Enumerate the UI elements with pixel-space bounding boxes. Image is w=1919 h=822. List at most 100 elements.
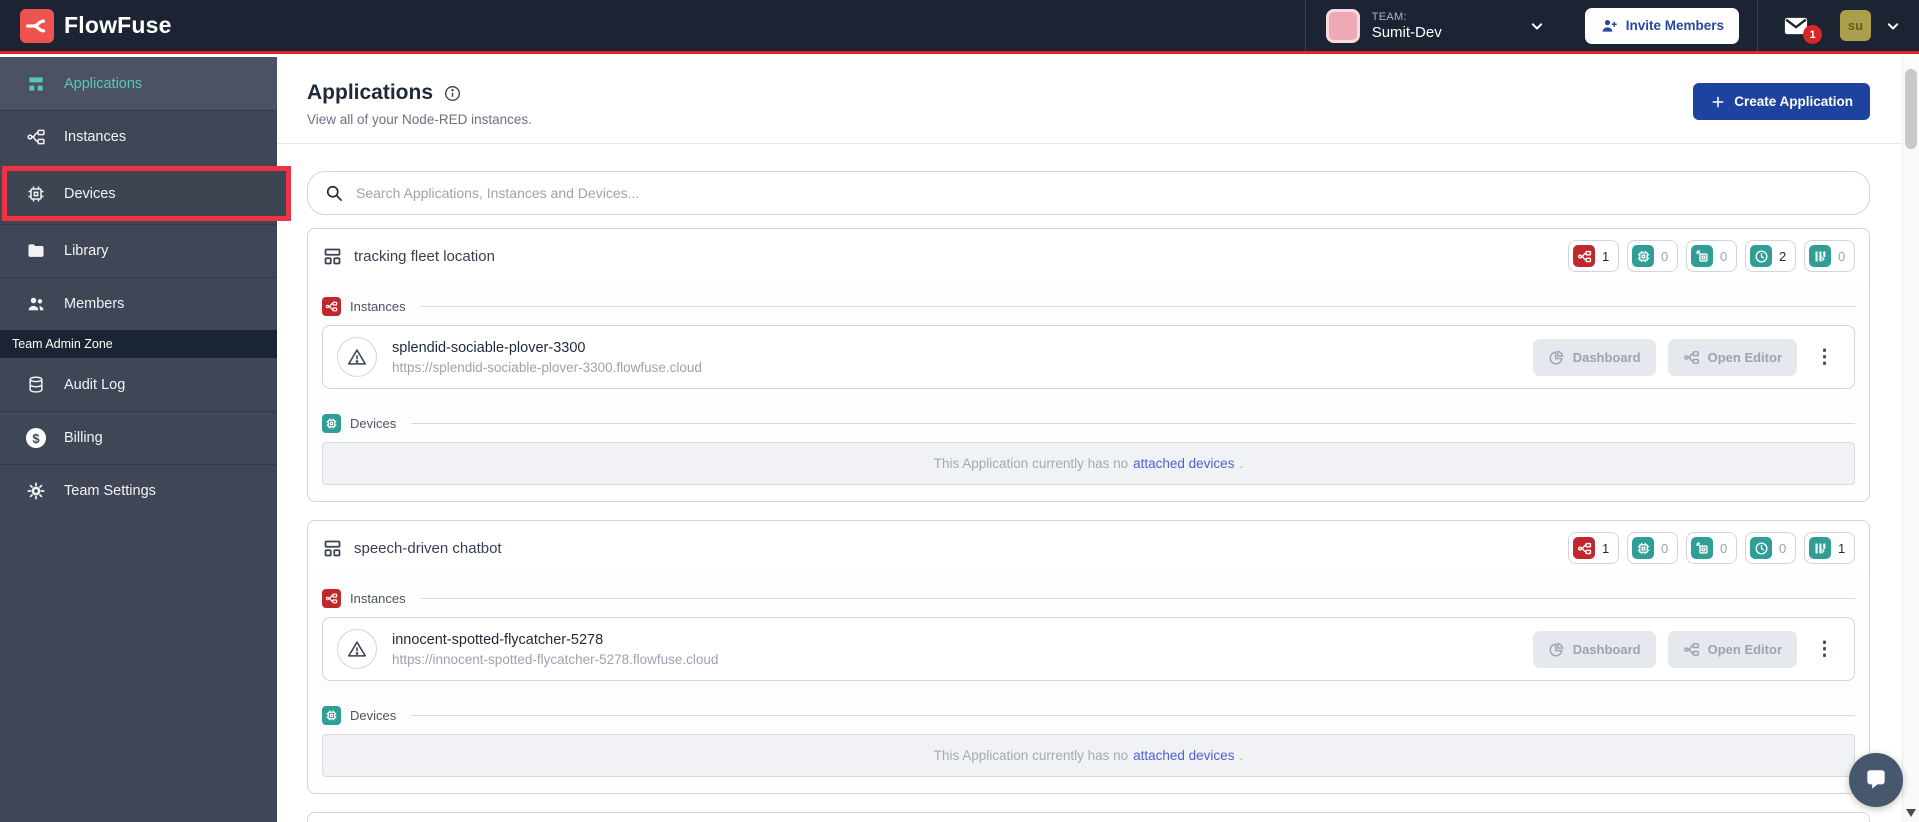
sidebar-item-instances[interactable]: Instances [0, 110, 277, 163]
chat-icon [1867, 770, 1885, 789]
application-card: test 3 1 [307, 812, 1870, 822]
warning-icon [347, 641, 367, 657]
invite-members-button[interactable]: Invite Members [1584, 7, 1739, 44]
sidebar-item-label: Applications [64, 75, 143, 92]
sidebar-item-members[interactable]: Members [0, 277, 277, 330]
kebab-menu-icon[interactable]: ⋮ [1809, 344, 1840, 371]
device-icon [322, 705, 341, 725]
scrollbar-down-arrow[interactable] [1906, 809, 1916, 817]
attached-devices-link[interactable]: attached devices [1133, 456, 1234, 471]
instance-count-badge: 1 [1568, 240, 1619, 272]
notification-count-badge: 1 [1803, 25, 1822, 44]
node-red-icon [1683, 642, 1699, 656]
attached-devices-link[interactable]: attached devices [1133, 748, 1234, 763]
topbar: FlowFuse TEAM: Sumit-Dev Invite Members [0, 0, 1919, 54]
sidebar-item-label: Members [64, 296, 125, 312]
user-add-icon [1602, 19, 1617, 32]
devices-icon [28, 186, 44, 201]
kebab-menu-icon[interactable]: ⋮ [1809, 636, 1840, 663]
team-avatar [1325, 8, 1360, 43]
application-link[interactable]: tracking fleet location [322, 246, 495, 267]
team-admin-zone-header: Team Admin Zone [0, 330, 277, 358]
chevron-down-icon [1527, 16, 1547, 36]
sidebar-item-label: Instances [64, 129, 127, 145]
sidebar-item-label: Devices [64, 185, 116, 202]
application-card: tracking fleet location 1 0 0 2 0 Instan… [307, 228, 1870, 502]
device-group-count-badge: 0 [1686, 532, 1737, 564]
devices-section-label: Devices [322, 701, 1855, 729]
brand[interactable]: FlowFuse [0, 8, 172, 43]
instance-row[interactable]: innocent-spotted-flycatcher-5278 https:/… [322, 617, 1855, 681]
devices-section-label: Devices [322, 409, 1855, 437]
application-link[interactable]: speech-driven chatbot [322, 538, 502, 559]
device-count-badge: 0 [1627, 240, 1678, 272]
instance-url: https://splendid-sociable-plover-3300.fl… [392, 359, 702, 375]
warning-icon [347, 349, 367, 365]
sidebar-item-library[interactable]: Library [0, 224, 277, 277]
empty-devices-message: This Application currently has no attach… [322, 734, 1855, 777]
info-icon[interactable] [443, 84, 462, 103]
pipeline-count-badge: 1 [1804, 532, 1855, 564]
instances-icon [27, 129, 45, 145]
team-selector[interactable]: TEAM: Sumit-Dev [1304, 0, 1567, 51]
search-box [307, 171, 1870, 215]
node-red-icon [322, 296, 341, 316]
scrollbar-thumb[interactable] [1905, 69, 1917, 149]
sidebar-item-label: Audit Log [64, 376, 126, 393]
pie-chart-icon [1549, 350, 1564, 364]
divider [411, 714, 1855, 716]
sidebar-item-audit-log[interactable]: Audit Log [0, 358, 277, 411]
create-application-button[interactable]: Create Application [1693, 83, 1870, 120]
dashboard-button[interactable]: Dashboard [1532, 630, 1656, 668]
search-input[interactable] [356, 185, 1853, 201]
pipeline-icon [1809, 537, 1831, 559]
sidebar-item-label: Billing [64, 430, 103, 446]
application-card: speech-driven chatbot 1 0 0 0 1 Instance… [307, 520, 1870, 794]
main-content: Applications View all of your Node-RED i… [277, 57, 1919, 822]
team-name: Sumit-Dev [1371, 23, 1442, 41]
node-red-icon [1573, 245, 1595, 267]
instances-section-label: Instances [322, 292, 1855, 320]
open-editor-button[interactable]: Open Editor [1667, 338, 1797, 376]
invite-members-label: Invite Members [1625, 18, 1724, 33]
sidebar-item-billing[interactable]: $ Billing [0, 411, 277, 464]
device-icon [322, 413, 341, 433]
instance-row[interactable]: splendid-sociable-plover-3300 https://sp… [322, 325, 1855, 389]
sidebar-item-team-settings[interactable]: Team Settings [0, 464, 277, 517]
page-title: Applications [307, 81, 434, 104]
applications-icon [29, 76, 43, 91]
empty-devices-message: This Application currently has no attach… [322, 442, 1855, 485]
pie-chart-icon [1549, 642, 1564, 656]
divider [411, 422, 1855, 424]
notifications-button[interactable]: 1 [1757, 0, 1834, 51]
devices-highlight-annotation: Devices [2, 166, 291, 221]
flowfuse-logo-icon [20, 8, 54, 43]
device-group-count-badge: 0 [1686, 240, 1737, 272]
sidebar: Applications Instances Devices Library M… [0, 57, 291, 822]
divider [420, 305, 1855, 307]
open-editor-button[interactable]: Open Editor [1667, 630, 1797, 668]
device-group-icon [1691, 537, 1713, 559]
instance-url: https://innocent-spotted-flycatcher-5278… [392, 651, 719, 667]
device-count-badge: 0 [1627, 532, 1678, 564]
user-menu[interactable]: su [1834, 10, 1919, 41]
create-application-label: Create Application [1734, 94, 1853, 109]
dashboard-button[interactable]: Dashboard [1532, 338, 1656, 376]
instance-status-icon [337, 337, 377, 377]
instance-status-icon [337, 629, 377, 669]
node-red-icon [1683, 350, 1699, 364]
device-icon [1632, 537, 1654, 559]
pipeline-icon [1809, 245, 1831, 267]
scrollbar[interactable] [1902, 57, 1919, 822]
dollar-icon: $ [26, 428, 46, 448]
pipeline-count-badge: 0 [1804, 240, 1855, 272]
device-icon [1632, 245, 1654, 267]
chat-widget-button[interactable] [1849, 753, 1903, 807]
instance-name: innocent-spotted-flycatcher-5278 [392, 631, 604, 648]
search-icon [326, 185, 342, 201]
snapshot-count-badge: 0 [1745, 532, 1796, 564]
folder-icon [28, 244, 44, 257]
sidebar-item-applications[interactable]: Applications [0, 57, 277, 110]
sidebar-item-devices[interactable]: Devices [7, 171, 286, 216]
clock-icon [1750, 245, 1772, 267]
